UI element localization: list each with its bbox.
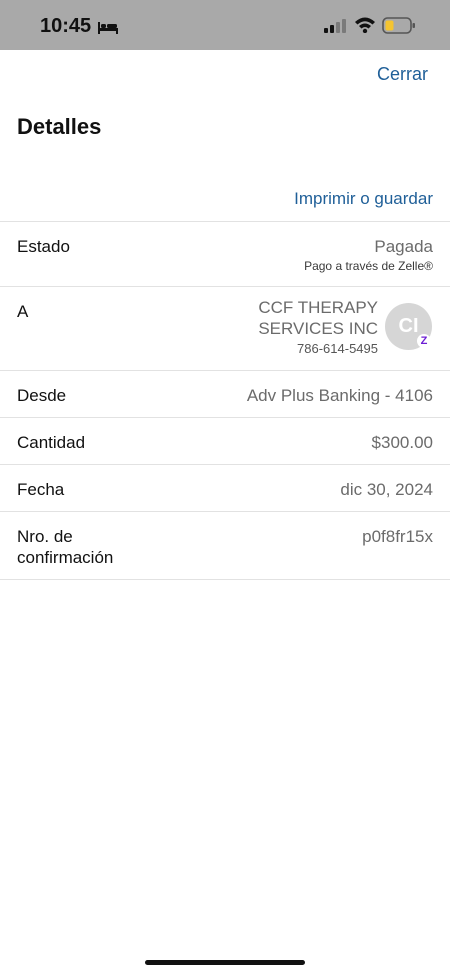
wifi-icon bbox=[355, 17, 375, 33]
signal-icon bbox=[324, 19, 346, 33]
from-value: Adv Plus Banking - 4106 bbox=[246, 386, 433, 405]
details-list: Estado Pagada Pago a través de Zelle® A … bbox=[0, 221, 450, 580]
confirmation-value: p0f8fr15x bbox=[362, 527, 433, 546]
recipient-row: A CCF THERAPY SERVICES INC 786-614-5495 … bbox=[0, 287, 450, 371]
recipient-label: A bbox=[17, 302, 29, 321]
recipient-name: CCF THERAPY SERVICES INC bbox=[258, 298, 378, 338]
from-row: Desde Adv Plus Banking - 4106 bbox=[0, 371, 450, 418]
status-bar: 10:45 bbox=[0, 0, 450, 50]
recipient-phone: 786-614-5495 bbox=[297, 341, 378, 356]
from-label: Desde bbox=[17, 386, 67, 405]
time-text: 10:45 bbox=[40, 15, 92, 37]
page-title: Detalles bbox=[17, 114, 102, 139]
date-label: Fecha bbox=[17, 480, 65, 499]
print-or-save-button[interactable]: Imprimir o guardar bbox=[294, 189, 433, 209]
status-value: Pagada bbox=[374, 237, 433, 256]
confirmation-row: Nro. de confirmación p0f8fr15x bbox=[0, 512, 450, 580]
payment-method-note: Pago a través de Zelle® bbox=[304, 259, 433, 273]
recipient-info: CCF THERAPY SERVICES INC 786-614-5495 bbox=[238, 297, 378, 356]
date-value: dic 30, 2024 bbox=[340, 480, 433, 499]
status-row: Estado Pagada Pago a través de Zelle® bbox=[0, 222, 450, 287]
amount-value: $300.00 bbox=[371, 433, 433, 452]
amount-label: Cantidad bbox=[17, 433, 86, 452]
amount-row: Cantidad $300.00 bbox=[0, 418, 450, 465]
confirmation-label: Nro. de confirmación bbox=[17, 527, 114, 567]
home-indicator[interactable] bbox=[145, 960, 305, 965]
battery-icon bbox=[382, 17, 415, 34]
date-row: Fecha dic 30, 2024 bbox=[0, 465, 450, 512]
bed-icon bbox=[98, 21, 119, 34]
close-button[interactable]: Cerrar bbox=[377, 64, 428, 85]
status-time: 10:45 bbox=[40, 15, 119, 38]
zelle-icon: Z bbox=[417, 334, 431, 348]
status-label: Estado bbox=[17, 237, 70, 256]
